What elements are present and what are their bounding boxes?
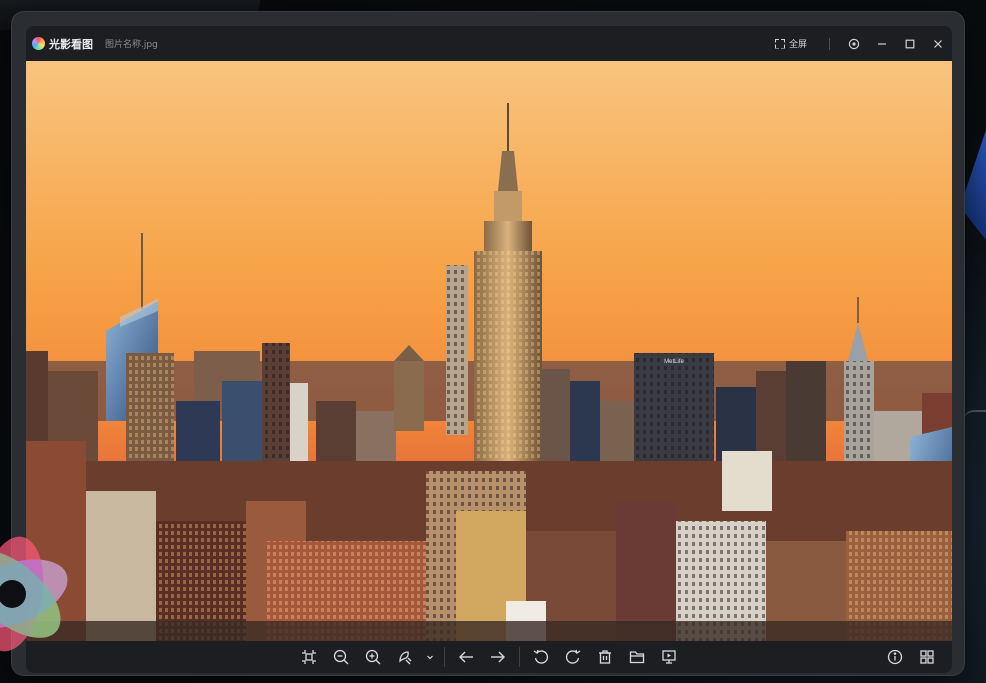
close-button[interactable] xyxy=(924,30,952,58)
divider xyxy=(519,647,520,667)
fit-to-window-button[interactable] xyxy=(294,643,324,671)
rotate-right-button[interactable] xyxy=(558,643,588,671)
previous-image-button[interactable] xyxy=(451,643,481,671)
zoom-in-icon xyxy=(365,649,381,665)
file-name: 图片名称.jpg xyxy=(105,40,158,50)
zoom-out-button[interactable] xyxy=(326,643,356,671)
slideshow-icon xyxy=(662,650,676,664)
divider xyxy=(444,647,445,667)
info-icon xyxy=(887,649,903,665)
zoom-out-icon xyxy=(333,649,349,665)
minimize-icon xyxy=(878,42,886,45)
photo-canvas[interactable]: MetLife xyxy=(26,61,952,641)
fullscreen-button[interactable]: 全屏 xyxy=(775,37,807,50)
fullscreen-label: 全屏 xyxy=(788,40,807,50)
city-skyline-photo: MetLife xyxy=(26,61,952,641)
viewer-window: 光影看图 图片名称.jpg 全屏 MetLife xyxy=(12,12,964,675)
title-bar[interactable]: 光影看图 图片名称.jpg 全屏 xyxy=(26,26,952,61)
arrow-right-icon xyxy=(491,651,505,663)
photo-app-dock-icon[interactable] xyxy=(0,510,98,680)
folder-icon xyxy=(629,651,645,664)
edit-dropdown-button[interactable] xyxy=(422,643,438,671)
metlife-sign: MetLife xyxy=(664,359,684,365)
maximize-button[interactable] xyxy=(896,30,924,58)
delete-button[interactable] xyxy=(590,643,620,671)
trash-icon xyxy=(599,650,611,664)
chevron-down-icon xyxy=(427,655,433,660)
fullscreen-icon xyxy=(775,39,785,49)
grid-icon xyxy=(920,650,934,664)
zoom-in-button[interactable] xyxy=(358,643,388,671)
minimize-button[interactable] xyxy=(868,30,896,58)
maximize-icon xyxy=(905,39,915,48)
image-info-button[interactable] xyxy=(880,643,910,671)
settings-icon xyxy=(848,38,860,49)
arrow-left-icon xyxy=(459,651,473,663)
open-folder-button[interactable] xyxy=(622,643,652,671)
next-image-button[interactable] xyxy=(483,643,513,671)
app-name: 光影看图 xyxy=(49,37,93,51)
app-logo-icon xyxy=(32,37,45,50)
desktop-background-shape xyxy=(964,410,986,432)
divider xyxy=(829,37,830,50)
slideshow-button[interactable] xyxy=(654,643,684,671)
fit-icon xyxy=(302,650,316,664)
rotate-left-button[interactable] xyxy=(526,643,556,671)
rotate-left-icon xyxy=(533,649,549,664)
close-icon xyxy=(934,39,942,48)
bottom-toolbar xyxy=(26,641,952,673)
edit-button[interactable] xyxy=(390,643,420,671)
settings-button[interactable] xyxy=(840,30,868,58)
rotate-right-icon xyxy=(565,649,581,664)
thumbnail-grid-button[interactable] xyxy=(912,643,942,671)
edit-icon xyxy=(399,651,412,665)
